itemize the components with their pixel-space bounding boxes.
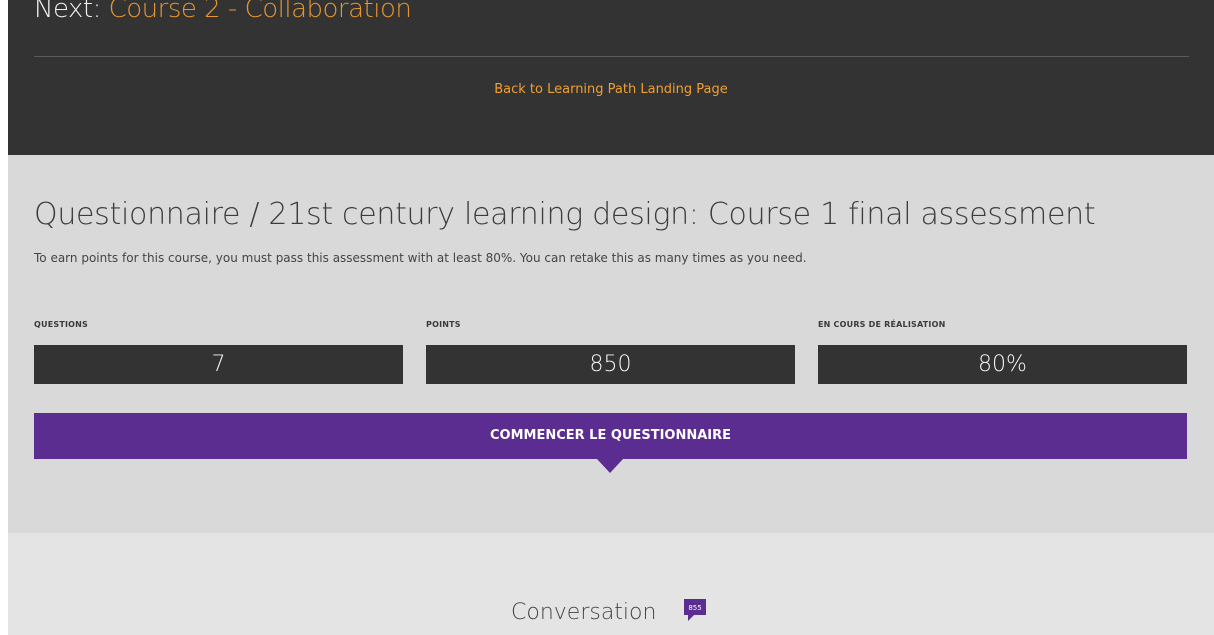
stat-points-label: POINTS <box>426 320 461 329</box>
stat-questions-value: 7 <box>34 345 403 384</box>
stat-progress-value: 80% <box>818 345 1187 384</box>
stat-questions-label: QUESTIONS <box>34 320 89 329</box>
assessment-panel: Questionnaire / 21st century learning de… <box>8 155 1214 533</box>
start-questionnaire-button[interactable]: COMMENCER LE QUESTIONNAIRE <box>34 413 1187 459</box>
course-header: Next: Course 2 - Collaboration Back to L… <box>8 0 1214 155</box>
stat-progress: EN COURS DE RÉALISATION 80% <box>818 320 1187 384</box>
stat-points: POINTS 850 <box>426 320 795 384</box>
assessment-title: Questionnaire / 21st century learning de… <box>34 197 1096 232</box>
stat-points-value: 850 <box>426 345 795 384</box>
back-to-landing-link[interactable]: Back to Learning Path Landing Page <box>8 82 1214 97</box>
header-divider <box>34 56 1189 57</box>
page: Next: Course 2 - Collaboration Back to L… <box>0 0 1214 635</box>
next-course-link[interactable]: Course 2 - Collaboration <box>109 0 412 24</box>
next-prefix: Next: <box>34 0 109 24</box>
stat-questions: QUESTIONS 7 <box>34 320 403 384</box>
comment-count-icon[interactable]: 855 <box>682 597 708 623</box>
button-pointer-arrow <box>597 459 623 473</box>
comment-count: 855 <box>688 604 701 612</box>
next-course-line: Next: Course 2 - Collaboration <box>34 0 412 40</box>
stat-progress-label: EN COURS DE RÉALISATION <box>818 320 946 329</box>
assessment-description: To earn points for this course, you must… <box>34 251 807 265</box>
conversation-section: Conversation 855 <box>8 533 1214 635</box>
conversation-title: Conversation <box>511 600 657 625</box>
